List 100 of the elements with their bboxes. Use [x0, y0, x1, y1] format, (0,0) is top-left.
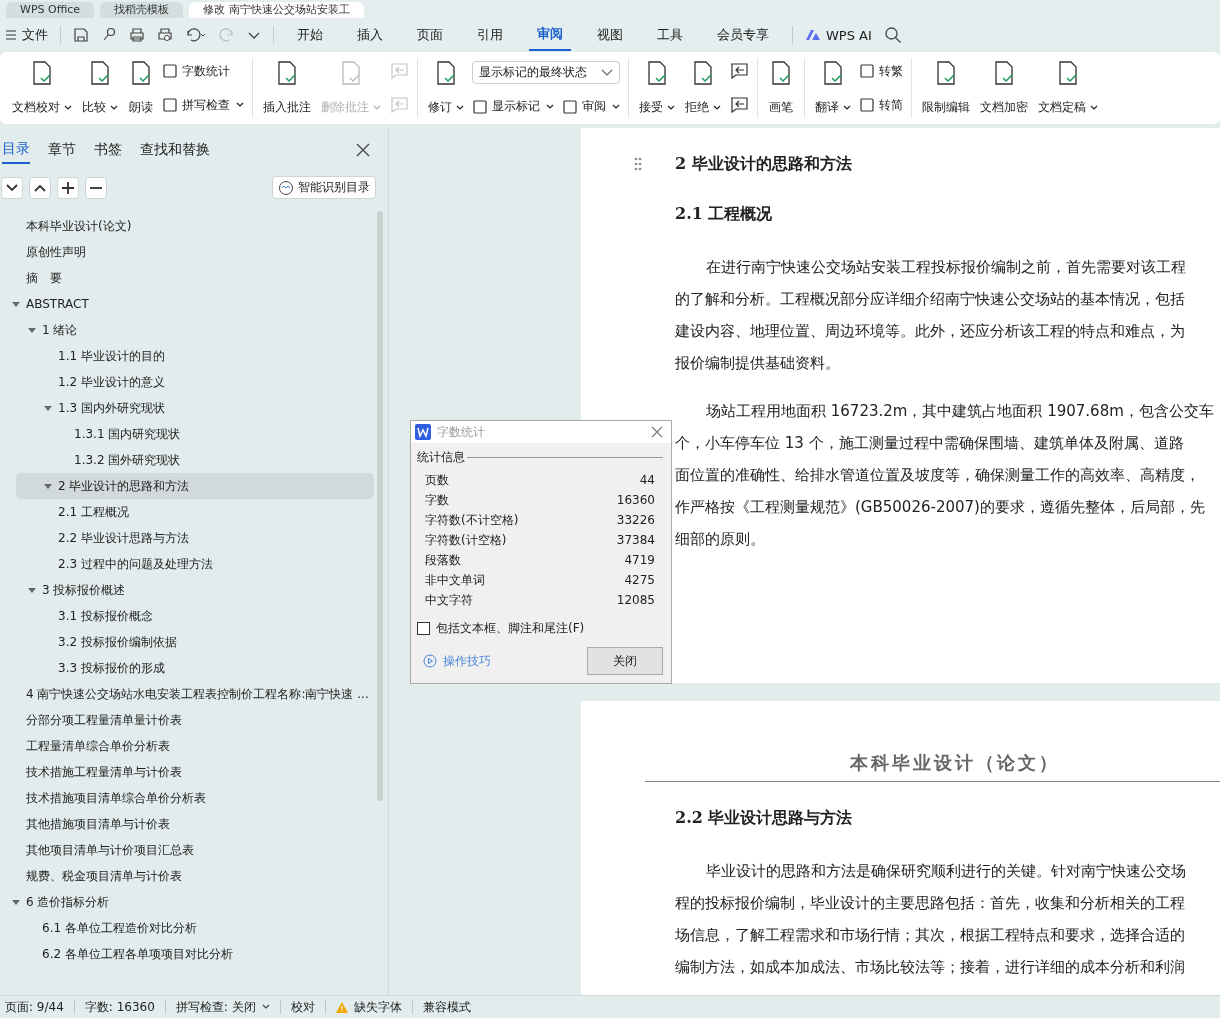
app-tab[interactable]: 找稻壳模板 — [100, 2, 184, 18]
file-menu[interactable]: 文件 — [6, 26, 48, 44]
ribbon-button[interactable]: 文档校对 — [10, 56, 74, 120]
spellcheck-dropdown[interactable]: 拼写检查: 关闭 — [175, 998, 270, 1016]
toc-item[interactable]: 原创性声明 — [0, 239, 374, 265]
ribbon-button[interactable]: 比较 — [80, 56, 120, 120]
toc-item[interactable]: 2.3 过程中的问题及处理方法 — [0, 551, 374, 577]
close-icon[interactable] — [356, 143, 370, 157]
save-icon[interactable] — [73, 27, 89, 43]
text-line: 场站工程用地面积 16723.2m，其中建筑占地面积 1907.68m，包含公交车 — [705, 401, 1215, 422]
toc-item[interactable]: 1.3.1 国内研究现状 — [0, 421, 374, 447]
sidebar-tab[interactable]: 查找和替换 — [140, 137, 210, 163]
ribbon-tab[interactable]: 工具 — [649, 20, 691, 50]
expand-button[interactable] — [29, 176, 51, 199]
toc-item[interactable]: 3 投标报价概述 — [0, 577, 374, 603]
comment-arrow-icon[interactable] — [729, 96, 749, 114]
ribbon-button[interactable]: 接受 — [637, 56, 677, 120]
sidebar-tab[interactable]: 目录 — [2, 136, 30, 164]
ribbon-button[interactable]: 审阅 — [562, 98, 620, 115]
search-icon[interactable] — [883, 26, 902, 44]
ribbon-button[interactable]: 显示标记 — [472, 98, 554, 115]
ribbon-button[interactable]: 限制编辑 — [920, 56, 972, 120]
ribbon-button[interactable]: 插入批注 — [261, 56, 313, 120]
toc-item[interactable]: 分部分项工程量清单量计价表 — [0, 707, 374, 733]
toc-item[interactable]: ABSTRACT — [0, 291, 374, 317]
toc-item[interactable]: 3.3 投标报价的形成 — [0, 655, 374, 681]
toc-item[interactable]: 2.1 工程概况 — [0, 499, 374, 525]
app-tab[interactable]: 修改 南宁快速公交场站安装工 — [189, 2, 364, 18]
toc-item[interactable]: 1.3.2 国外研究现状 — [0, 447, 374, 473]
status-text: 字数: 16360 — [84, 998, 155, 1016]
toc-item[interactable]: 4 南宁快速公交场站水电安装工程表控制价工程名称:南宁快速 ... — [0, 681, 374, 707]
ribbon-button[interactable]: 朗读 — [126, 56, 156, 120]
toc-item[interactable]: 3.1 投标报价概念 — [0, 603, 374, 629]
ribbon-button[interactable]: 拒绝 — [683, 56, 723, 120]
ribbon-tab[interactable]: 视图 — [589, 20, 631, 50]
smart-toc-button[interactable]: 智能识别目录 — [272, 176, 376, 199]
toc-item[interactable]: 技术措施项目清单综合单价分析表 — [0, 785, 374, 811]
comment-arrow-icon[interactable] — [729, 62, 749, 80]
toc-item[interactable]: 摘 要 — [0, 265, 374, 291]
status-text[interactable]: 缺失字体 — [353, 998, 402, 1016]
drag-handle-icon[interactable] — [634, 157, 642, 171]
print-preview-icon[interactable] — [157, 27, 173, 43]
tips-link[interactable]: 操作技巧 — [417, 652, 491, 670]
close-button[interactable]: 关闭 — [587, 647, 663, 675]
stat-value: 44 — [639, 473, 655, 487]
scrollbar[interactable] — [377, 211, 383, 801]
circle-icon — [278, 179, 294, 196]
ribbon-button[interactable]: 翻译 — [813, 56, 853, 120]
ribbon-button[interactable]: 字数统计 — [162, 62, 244, 80]
toc-item[interactable]: 2 毕业设计的思路和方法 — [16, 473, 374, 499]
ribbon-tab[interactable]: 插入 — [349, 20, 391, 50]
toc-item[interactable]: 6.1 各单位工程造价对比分析 — [0, 915, 374, 941]
stat-label: 段落数 — [425, 551, 461, 569]
undo-icon[interactable] — [185, 27, 207, 43]
ribbon-button[interactable]: 画笔 — [766, 56, 796, 120]
collapse-button[interactable] — [1, 176, 23, 199]
add-button[interactable] — [57, 176, 79, 199]
remove-button[interactable] — [85, 176, 107, 199]
sidebar-tab[interactable]: 章节 — [48, 137, 76, 163]
ribbon-tab[interactable]: 页面 — [409, 20, 451, 50]
ai-logo-icon — [805, 29, 821, 41]
ribbon-button[interactable]: 拼写检查 — [162, 96, 244, 114]
app-tab[interactable]: WPS Office — [6, 2, 95, 18]
toc-item[interactable]: 其他项目清单与计价项目汇总表 — [0, 837, 374, 863]
text-line: 报价编制提供基础资料。 — [675, 353, 841, 374]
ribbon-tab[interactable]: 开始 — [289, 20, 331, 50]
toc-item[interactable]: 1.1 毕业设计的目的 — [0, 343, 374, 369]
markup-select[interactable]: 显示标记的最终状态 — [472, 61, 620, 84]
text-line: 个，小车停车位 13 个，施工测量过程中需确保围墙、建筑单体及附属、道路 — [675, 433, 1185, 454]
toc-item[interactable]: 2.2 毕业设计思路与方法 — [0, 525, 374, 551]
text-line: 的了解和分析。工程概况部分应详细介绍南宁快速公交场站的基本情况，包括 — [675, 289, 1186, 310]
section-heading: 2 毕业设计的思路和方法 — [675, 153, 852, 175]
sidebar-tab[interactable]: 书签 — [94, 137, 122, 163]
toc-item[interactable]: 1.2 毕业设计的意义 — [0, 369, 374, 395]
checkbox[interactable] — [417, 622, 430, 635]
toc-item[interactable]: 本科毕业设计(论文) — [0, 213, 374, 239]
ribbon-button[interactable]: 文档加密 — [978, 56, 1030, 120]
toc-item[interactable]: 1.3 国内外研究现状 — [0, 395, 374, 421]
ribbon-tab[interactable]: 引用 — [469, 20, 511, 50]
toc-item[interactable]: 3.2 投标报价编制依据 — [0, 629, 374, 655]
subsection-heading: 2.2 毕业设计思路与方法 — [675, 808, 854, 829]
ribbon-button[interactable]: 文档定稿 — [1036, 56, 1100, 120]
stat-value: 37384 — [616, 533, 655, 547]
ribbon-button[interactable]: 转简 — [859, 96, 903, 114]
toc-item[interactable]: 6.2 各单位工程各单项项目对比分析 — [0, 941, 374, 967]
toc-item[interactable]: 工程量清单综合单价分析表 — [0, 733, 374, 759]
checkbox-label: 包括文本框、脚注和尾注(F) — [436, 620, 585, 637]
toc-item[interactable]: 其他措施项目清单与计价表 — [0, 811, 374, 837]
toc-item[interactable]: 技术措施工程量清单与计价表 — [0, 759, 374, 785]
ribbon-tab[interactable]: 会员专享 — [709, 20, 777, 50]
toc-item[interactable]: 6 造价指标分析 — [0, 889, 374, 915]
ai-button[interactable]: WPS AI — [805, 27, 872, 43]
stat-label: 页数 — [425, 471, 449, 489]
toc-item[interactable]: 规费、税金项目清单与计价表 — [0, 863, 374, 889]
toc-item[interactable]: 1 绪论 — [0, 317, 374, 343]
close-icon[interactable] — [651, 426, 663, 438]
print-icon[interactable] — [129, 27, 145, 43]
key-icon[interactable] — [101, 27, 117, 43]
ribbon-button[interactable]: 转繁 — [859, 62, 903, 80]
ribbon-button[interactable]: 修订 — [426, 56, 466, 120]
